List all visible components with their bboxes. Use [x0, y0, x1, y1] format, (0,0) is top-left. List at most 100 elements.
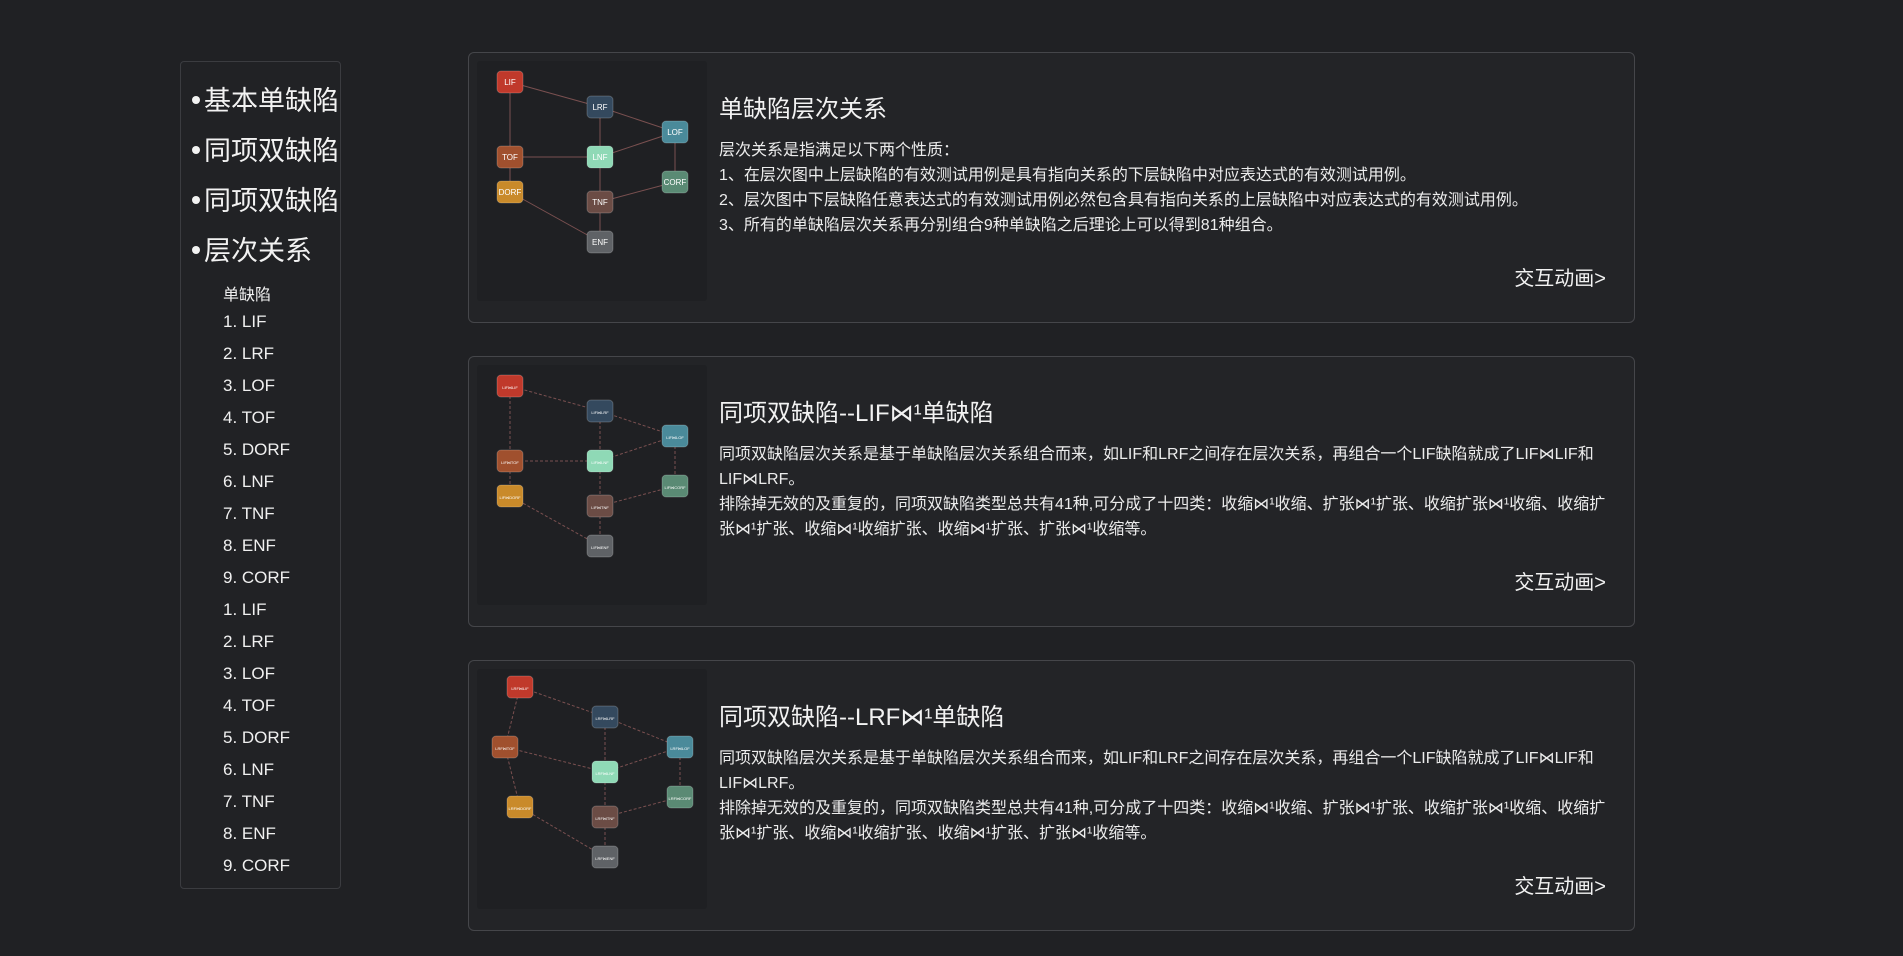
nav-item-lif[interactable]: 1. LIF: [223, 600, 266, 620]
interactive-animation-link[interactable]: 交互动画>: [1514, 566, 1606, 595]
nav-section-label: 层次关系: [204, 236, 312, 266]
card-paragraph: 排除掉无效的及重复的，同项双缺陷类型总共有41种,可分成了十四类：收缩⋈¹收缩、…: [719, 800, 1606, 842]
bullet-icon: [192, 95, 200, 104]
card-description: 层次关系是指满足以下两个性质： 1、在层次图中上层缺陷的有效测试用例是具有指向关…: [719, 138, 1609, 238]
card-lrf-double: LRF⋈LIF LRF⋈LRF LRF⋈LOF LRF⋈TOF LRF⋈LNF LRF⋈C…: [468, 660, 1635, 931]
nav-section-label: 同项双缺陷: [204, 186, 339, 216]
card-description: 同项双缺陷层次关系是基于单缺陷层次关系组合而来，如LIF和LRF之间存在层次关系…: [719, 746, 1609, 846]
diagram-node-lnf: LRF⋈LNF: [591, 760, 619, 784]
diagram-node-label: LIF⋈ENF: [591, 545, 609, 550]
nav-item-lof[interactable]: 3. LOF: [223, 376, 275, 396]
card-lif-double: LIF⋈LIF LIF⋈LRF LIF⋈LOF LIF⋈TOF LIF⋈LNF LIF⋈C…: [468, 356, 1635, 627]
card-paragraph: 层次关系是指满足以下两个性质：: [719, 142, 960, 159]
card-paragraph: 排除掉无效的及重复的，同项双缺陷类型总共有41种,可分成了十四类：收缩⋈¹收缩、…: [719, 496, 1606, 538]
nav-section-double-2[interactable]: 同项双缺陷: [192, 179, 339, 218]
diagram-node-label: LOF: [667, 128, 683, 137]
nav-item-dorf[interactable]: 5. DORF: [223, 440, 290, 460]
diagram-node-label: LIF⋈CORF: [664, 485, 686, 490]
diagram-node-lnf: LIF⋈LNF: [586, 449, 614, 473]
sidebar-nav: 基本单缺陷 同项双缺陷 同项双缺陷 层次关系 单缺陷 1. LIF 2. LRF…: [180, 61, 341, 889]
card-title: 单缺陷层次关系: [719, 96, 887, 123]
diagram-node-label: LIF⋈LOF: [666, 435, 684, 440]
nav-item-corf[interactable]: 9. CORF: [223, 568, 290, 588]
nav-item-tnf[interactable]: 7. TNF: [223, 792, 275, 812]
diagram-node-label: LIF⋈LRF: [591, 410, 609, 415]
diagram-node-label: LNF: [592, 153, 607, 162]
nav-section-label: 同项双缺陷: [204, 136, 339, 166]
card-paragraph: 2、层次图中下层缺陷任意表达式的有效测试用例必然包含具有指向关系的上层缺陷中对应…: [719, 192, 1528, 209]
diagram-node-lof: LRF⋈LOF: [666, 735, 694, 759]
interactive-animation-link[interactable]: 交互动画>: [1514, 262, 1606, 291]
diagram-node-tnf: LRF⋈TNF: [591, 805, 619, 829]
card-title: 同项双缺陷--LRF⋈¹单缺陷: [719, 704, 1005, 731]
nav-item-lnf[interactable]: 6. LNF: [223, 472, 274, 492]
card-paragraph: 1、在层次图中上层缺陷的有效测试用例是具有指向关系的下层缺陷中对应表达式的有效测…: [719, 167, 1416, 184]
nav-section-label: 基本单缺陷: [204, 86, 339, 116]
diagram-node-label: LRF⋈LNF: [595, 771, 615, 776]
interactive-animation-link[interactable]: 交互动画>: [1514, 870, 1606, 899]
diagram-node-label: LIF⋈DORF: [499, 495, 521, 500]
nav-section-basic-single[interactable]: 基本单缺陷: [192, 79, 339, 118]
nav-item-corf[interactable]: 9. CORF: [223, 856, 290, 876]
diagram-node-enf: ENF: [586, 230, 614, 254]
diagram-node-label: LRF⋈CORF: [669, 796, 692, 801]
diagram-node-label: LRF⋈LRF: [595, 716, 615, 721]
diagram-node-label: LIF⋈TNF: [591, 505, 609, 510]
nav-section-double-1[interactable]: 同项双缺陷: [192, 129, 339, 168]
diagram-node-lif: LRF⋈LIF: [506, 675, 534, 699]
nav-item-lrf[interactable]: 2. LRF: [223, 632, 274, 652]
nav-item-tof[interactable]: 4. TOF: [223, 408, 275, 428]
diagram-node-label: TOF: [502, 153, 518, 162]
diagram-node-label: LRF⋈TOF: [495, 746, 515, 751]
diagram-node-corf: LIF⋈CORF: [661, 474, 689, 498]
diagram-node-lrf: LRF⋈LRF: [591, 705, 619, 729]
nav-item-lof[interactable]: 3. LOF: [223, 664, 275, 684]
diagram-node-lof: LOF: [661, 120, 689, 144]
card-title: 同项双缺陷--LIF⋈¹单缺陷: [719, 400, 994, 427]
diagram-node-label: LRF⋈DORF: [509, 806, 532, 811]
diagram-node-tof: LRF⋈TOF: [491, 735, 519, 759]
card-paragraph: 同项双缺陷层次关系是基于单缺陷层次关系组合而来，如LIF和LRF之间存在层次关系…: [719, 750, 1594, 792]
diagram-node-tof: LIF⋈TOF: [496, 449, 524, 473]
bullet-icon: [192, 195, 200, 204]
nav-item-lif[interactable]: 1. LIF: [223, 312, 266, 332]
nav-item-tof[interactable]: 4. TOF: [223, 696, 275, 716]
diagram-node-label: LRF⋈TNF: [595, 816, 615, 821]
nav-item-enf[interactable]: 8. ENF: [223, 536, 276, 556]
nav-item-lrf[interactable]: 2. LRF: [223, 344, 274, 364]
diagram-node-label: LIF: [504, 78, 516, 87]
diagram-node-dorf: LRF⋈DORF: [506, 795, 534, 819]
diagram-node-enf: LIF⋈ENF: [586, 534, 614, 558]
diagram-node-enf: LRF⋈ENF: [591, 845, 619, 869]
diagram-node-lrf: LRF: [586, 95, 614, 119]
nav-subheader: 单缺陷: [223, 287, 272, 304]
diagram-node-label: LRF⋈LIF: [511, 686, 529, 691]
diagram-node-lrf: LIF⋈LRF: [586, 399, 614, 423]
nav-item-tnf[interactable]: 7. TNF: [223, 504, 275, 524]
hierarchy-diagram: LRF⋈LIF LRF⋈LRF LRF⋈LOF LRF⋈TOF LRF⋈LNF LRF⋈C…: [477, 669, 707, 909]
diagram-node-dorf: LIF⋈DORF: [496, 484, 524, 508]
diagram-node-label: LRF⋈ENF: [595, 856, 615, 861]
card-description: 同项双缺陷层次关系是基于单缺陷层次关系组合而来，如LIF和LRF之间存在层次关系…: [719, 442, 1609, 542]
diagram-node-tnf: LIF⋈TNF: [586, 494, 614, 518]
nav-item-enf[interactable]: 8. ENF: [223, 824, 276, 844]
nav-section-hierarchy[interactable]: 层次关系: [192, 229, 312, 268]
card-single-hierarchy: LIF LRF LOF TOF LNF CORF DORF TNF ENF 单缺陷层次关系 层次…: [468, 52, 1635, 323]
diagram-node-corf: LRF⋈CORF: [666, 785, 694, 809]
diagram-node-label: TNF: [592, 198, 608, 207]
diagram-node-label: LRF⋈LOF: [670, 746, 690, 751]
diagram-node-tof: TOF: [496, 145, 524, 169]
bullet-icon: [192, 245, 200, 254]
diagram-node-corf: CORF: [661, 170, 689, 194]
diagram-node-label: LIF⋈TOF: [501, 460, 519, 465]
diagram-node-lif: LIF: [496, 70, 524, 94]
hierarchy-diagram: LIF⋈LIF LIF⋈LRF LIF⋈LOF LIF⋈TOF LIF⋈LNF LIF⋈C…: [477, 365, 707, 605]
diagram-node-label: CORF: [664, 178, 687, 187]
nav-item-dorf[interactable]: 5. DORF: [223, 728, 290, 748]
nav-item-lnf[interactable]: 6. LNF: [223, 760, 274, 780]
diagram-node-label: LRF: [592, 103, 607, 112]
diagram-node-lif: LIF⋈LIF: [496, 374, 524, 398]
diagram-node-lof: LIF⋈LOF: [661, 424, 689, 448]
bullet-icon: [192, 145, 200, 154]
card-paragraph: 3、所有的单缺陷层次关系再分别组合9种单缺陷之后理论上可以得到81种组合。: [719, 217, 1283, 234]
